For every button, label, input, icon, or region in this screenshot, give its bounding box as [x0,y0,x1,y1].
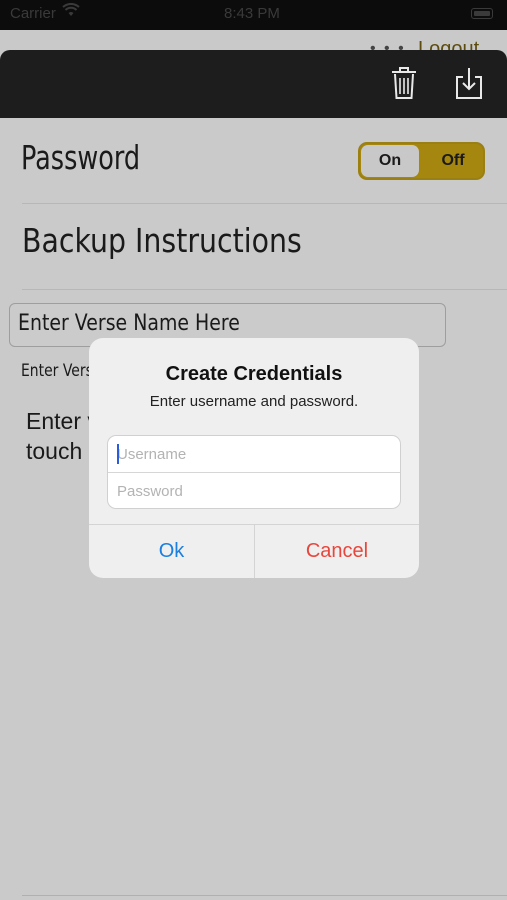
dialog-message: Enter username and password. [149,393,359,410]
instructions-text-line1: Enter v [26,408,99,434]
dialog-title: Create Credentials [165,363,343,385]
username-field[interactable] [108,436,387,472]
password-label: Password [21,138,141,177]
cancel-button[interactable]: Cancel [255,525,419,578]
credentials-fields [107,435,401,509]
password-field-row [108,473,400,508]
divider [22,203,507,204]
username-field-row [108,436,400,472]
clock: 8:43 PM [224,5,280,22]
divider [22,289,507,290]
create-credentials-dialog: Create Credentials Enter username and pa… [89,338,419,578]
backup-instructions-label[interactable]: Backup Instructions [22,221,302,260]
instructions-text-line2: touch [26,438,83,464]
status-bar: Carrier 8:43 PM [0,0,507,30]
toggle-off-option[interactable]: Off [424,145,482,177]
ok-button[interactable]: Ok [89,525,254,578]
wifi-icon [62,3,80,21]
password-field[interactable] [108,473,387,508]
toggle-on-option[interactable]: On [361,145,419,177]
text-cursor [117,444,119,464]
password-toggle[interactable]: On Off [358,142,485,180]
download-icon[interactable] [454,65,484,101]
toolbar [0,50,507,118]
battery-icon [471,8,493,19]
bottom-divider [22,895,507,896]
carrier-label: Carrier [10,5,56,22]
trash-icon[interactable] [389,65,419,101]
